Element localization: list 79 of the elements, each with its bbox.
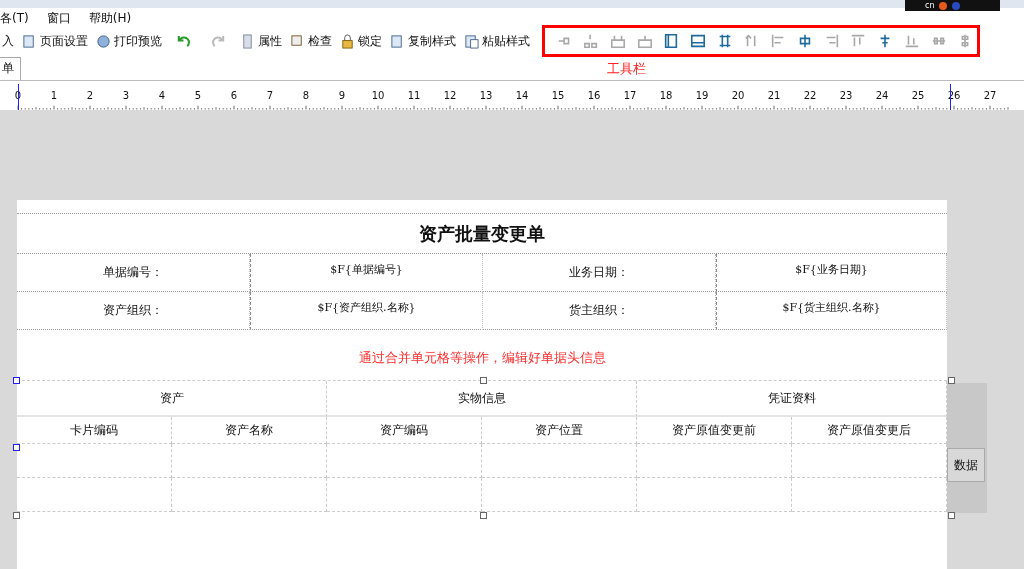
field-expression: $F{业务日期} [716, 254, 947, 292]
ruler-number: 25 [910, 90, 926, 102]
alignment-icon [583, 33, 600, 49]
ruler-number: 19 [694, 90, 710, 102]
alignment-icon [663, 33, 680, 49]
annotation-label: 工具栏 [607, 60, 646, 78]
toolbar-button[interactable]: 页面设置 [20, 32, 90, 50]
paste-icon [464, 33, 479, 49]
resize-handle[interactable] [948, 377, 955, 384]
ruler-number: 2 [85, 90, 95, 102]
toolbar-button[interactable]: 锁定 [338, 32, 384, 50]
ruler-number: 17 [622, 90, 638, 102]
ruler-number: 24 [874, 90, 890, 102]
toolbar-button[interactable]: 复制样式 [388, 32, 458, 50]
ruler-number: 21 [766, 90, 782, 102]
document-tab[interactable]: 单 [0, 57, 21, 80]
ruler-number: 27 [982, 90, 998, 102]
group-header: 实物信息 [327, 381, 637, 417]
toolbar-button[interactable]: 属性 [238, 32, 284, 50]
resize-handle[interactable] [13, 512, 20, 519]
resize-handle[interactable] [13, 444, 20, 451]
column-header: 资产名称 [172, 417, 327, 444]
lock-icon [340, 33, 355, 49]
redo-icon [211, 33, 226, 49]
undo-icon [176, 33, 191, 49]
ruler-number: 15 [550, 90, 566, 102]
ruler-number: 7 [265, 90, 275, 102]
menu-item[interactable]: 各(T) [0, 9, 47, 27]
resize-handle[interactable] [480, 512, 487, 519]
group-header: 资产 [17, 381, 327, 417]
ruler-number: 9 [337, 90, 347, 102]
toolbar-button[interactable]: 打印预览 [94, 32, 164, 50]
toolbar-button[interactable]: 粘贴样式 [462, 32, 532, 50]
column-header: 资产位置 [482, 417, 637, 444]
menu-item[interactable]: 帮助(H) [88, 9, 150, 27]
field-label: 业务日期： [483, 254, 716, 292]
ruler-number: 16 [586, 90, 602, 102]
field-label: 单据编号： [17, 254, 250, 292]
tray-label: cn [925, 1, 935, 10]
ruler-number: 1 [49, 90, 59, 102]
field-expression: $F{货主组织.名称} [716, 292, 947, 330]
ruler-number: 22 [802, 90, 818, 102]
ruler-number: 11 [406, 90, 422, 102]
ruler-number: 12 [442, 90, 458, 102]
instruction-text: 通过合并单元格等操作，编辑好单据头信息 [357, 349, 607, 367]
ruler-number: 4 [157, 90, 167, 102]
ruler-number: 10 [370, 90, 386, 102]
data-button[interactable]: 数据 [947, 448, 985, 482]
alignment-icon [850, 33, 867, 49]
field-label: 资产组织： [17, 292, 250, 330]
page-icon [22, 33, 37, 49]
ruler-number: 18 [658, 90, 674, 102]
resize-handle[interactable] [480, 377, 487, 384]
field-expression: $F{单据编号} [250, 254, 483, 292]
field-expression: $F{资产组织.名称} [250, 292, 483, 330]
column-header: 资产原值变更前 [637, 417, 792, 444]
column-header: 卡片编码 [17, 417, 172, 444]
resize-handle[interactable] [948, 512, 955, 519]
alignment-icon [636, 33, 653, 49]
ruler-number: 6 [229, 90, 239, 102]
input-icon[interactable] [939, 1, 948, 10]
alignment-icon [903, 33, 920, 49]
alignment-icon [610, 33, 626, 49]
report-title: 资产批量变更单 [17, 214, 947, 254]
column-header: 资产编码 [327, 417, 482, 444]
ruler-number: 23 [838, 90, 854, 102]
menu-item[interactable]: 窗口 [46, 9, 89, 27]
help-icon[interactable] [952, 1, 961, 10]
ruler-number: 5 [193, 90, 203, 102]
ruler-number: 20 [730, 90, 746, 102]
table-handle-icon[interactable] [13, 377, 20, 384]
toolbar-button[interactable]: 入 [0, 32, 16, 50]
alignment-icon [690, 33, 707, 49]
ruler-number: 14 [514, 90, 530, 102]
ruler-number: 3 [121, 90, 131, 102]
field-label: 货主组织： [483, 292, 716, 330]
toolbar-button[interactable]: 检查 [288, 32, 334, 50]
ruler-number: 13 [478, 90, 494, 102]
ruler-number: 8 [301, 90, 311, 102]
